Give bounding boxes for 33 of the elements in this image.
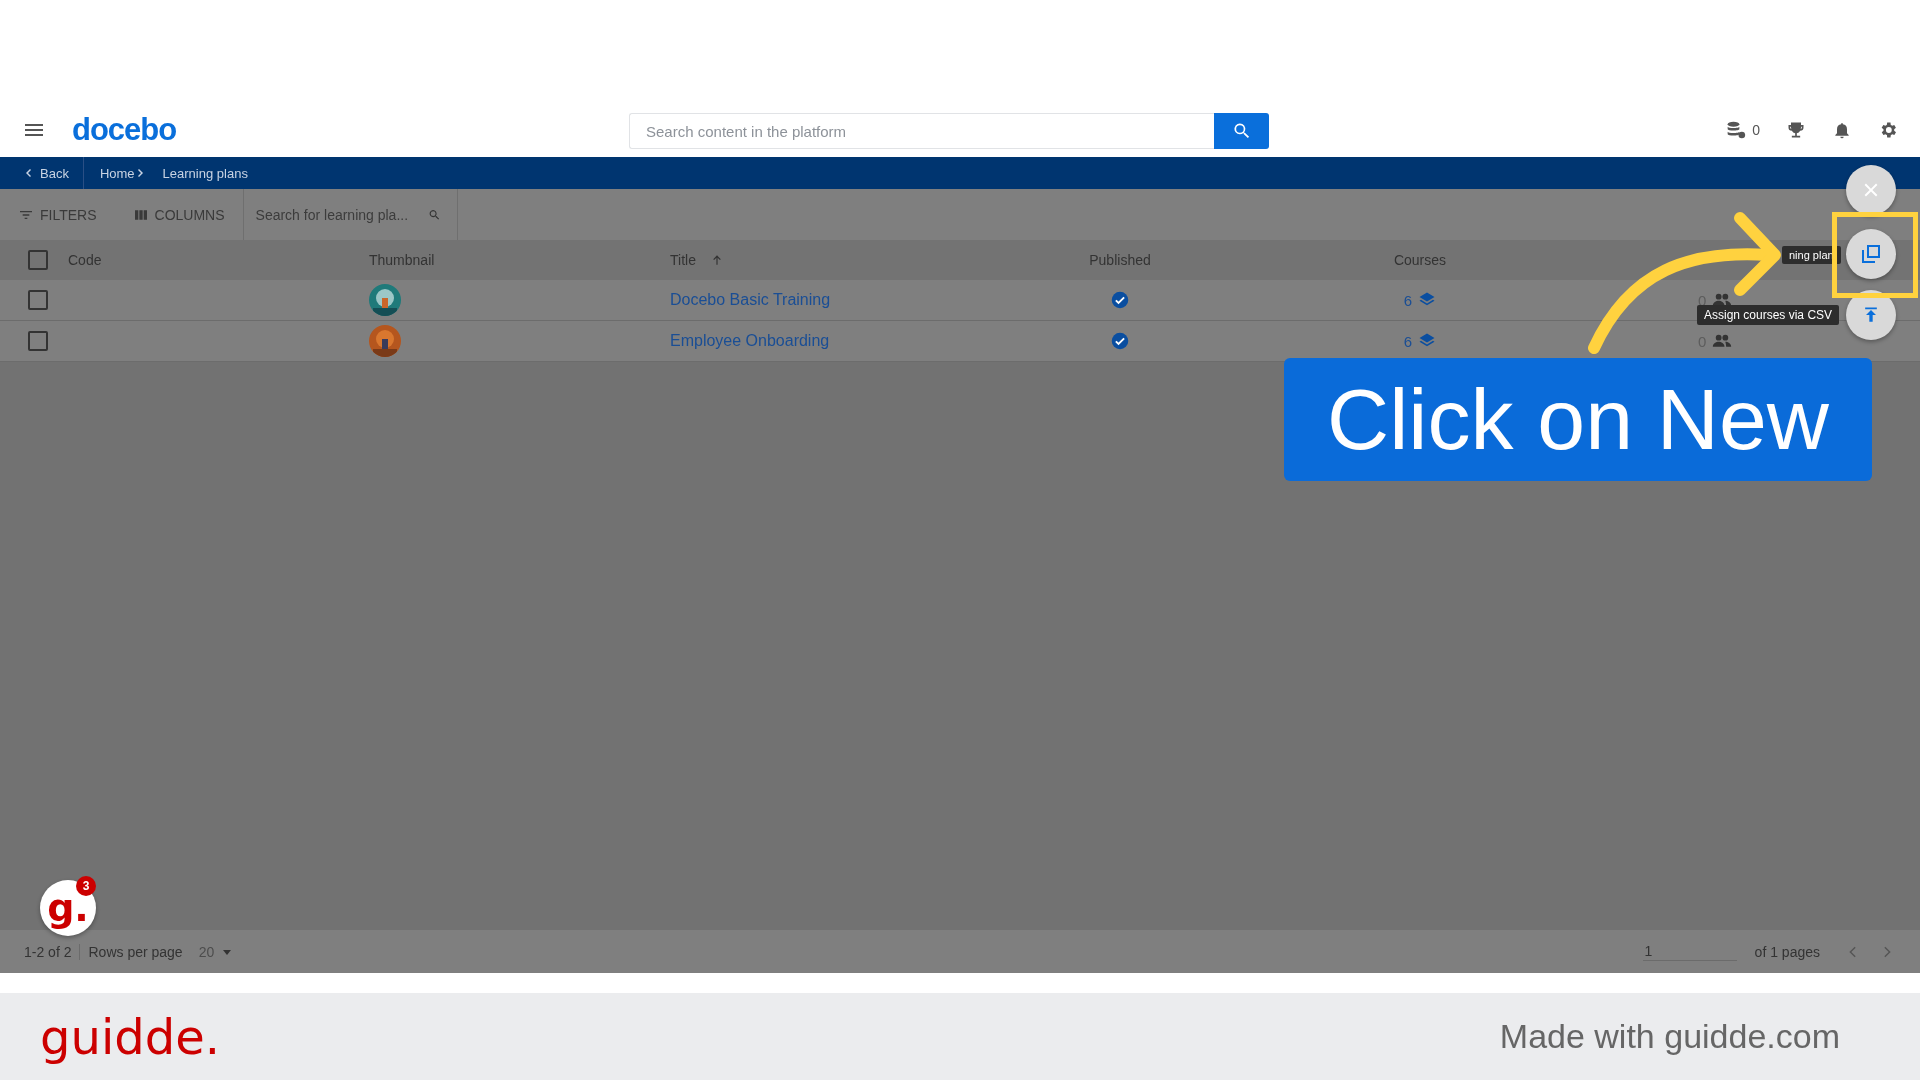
courses-count[interactable]: 6 [1403, 291, 1413, 309]
checkbox[interactable] [28, 331, 48, 351]
checkbox[interactable] [28, 250, 48, 270]
page-field[interactable]: 1 [1642, 942, 1737, 961]
title-link[interactable]: Docebo Basic Training [670, 291, 831, 309]
filters-button[interactable]: FILTERS [0, 189, 115, 240]
checkbox[interactable] [28, 290, 48, 310]
breadcrumb-item[interactable]: Home [99, 165, 135, 181]
docebo-logo[interactable]: docebo [72, 112, 177, 148]
column-header[interactable]: Code [68, 252, 102, 268]
range-label: 1-2 of 2 [24, 943, 73, 960]
guidde-logo: guidde. [40, 1008, 220, 1065]
trophy-icon [1786, 120, 1806, 140]
search-field[interactable]: Search for learning pla... [253, 205, 428, 224]
title-link[interactable]: Employee Onboarding [670, 332, 830, 350]
courses-count[interactable]: 6 [1403, 332, 1413, 350]
column-header[interactable]: Published [1089, 252, 1151, 268]
tooltip: Assign courses via CSV [1697, 305, 1840, 325]
column-header[interactable]: Courses [1393, 252, 1447, 268]
pages-label: of 1 pages [1754, 943, 1820, 960]
search-field[interactable]: Search content in the platform [629, 113, 1214, 149]
coins-icon [1726, 120, 1747, 140]
credits-count: 0 [1752, 122, 1760, 138]
breadcrumb-item[interactable]: Learning plans [162, 165, 248, 181]
column-header[interactable]: Thumbnail [369, 252, 435, 268]
rows-per-page-label: Rows per page [79, 943, 183, 960]
column-header[interactable]: Title [670, 252, 696, 268]
search-button[interactable] [1214, 113, 1269, 149]
credit-text: Made with guidde.com [1499, 1017, 1840, 1056]
columns-button[interactable]: COLUMNS [114, 189, 243, 240]
copy-icon [1859, 242, 1883, 266]
callout-banner: Click on New [1284, 358, 1872, 481]
bell-icon [1832, 120, 1852, 140]
